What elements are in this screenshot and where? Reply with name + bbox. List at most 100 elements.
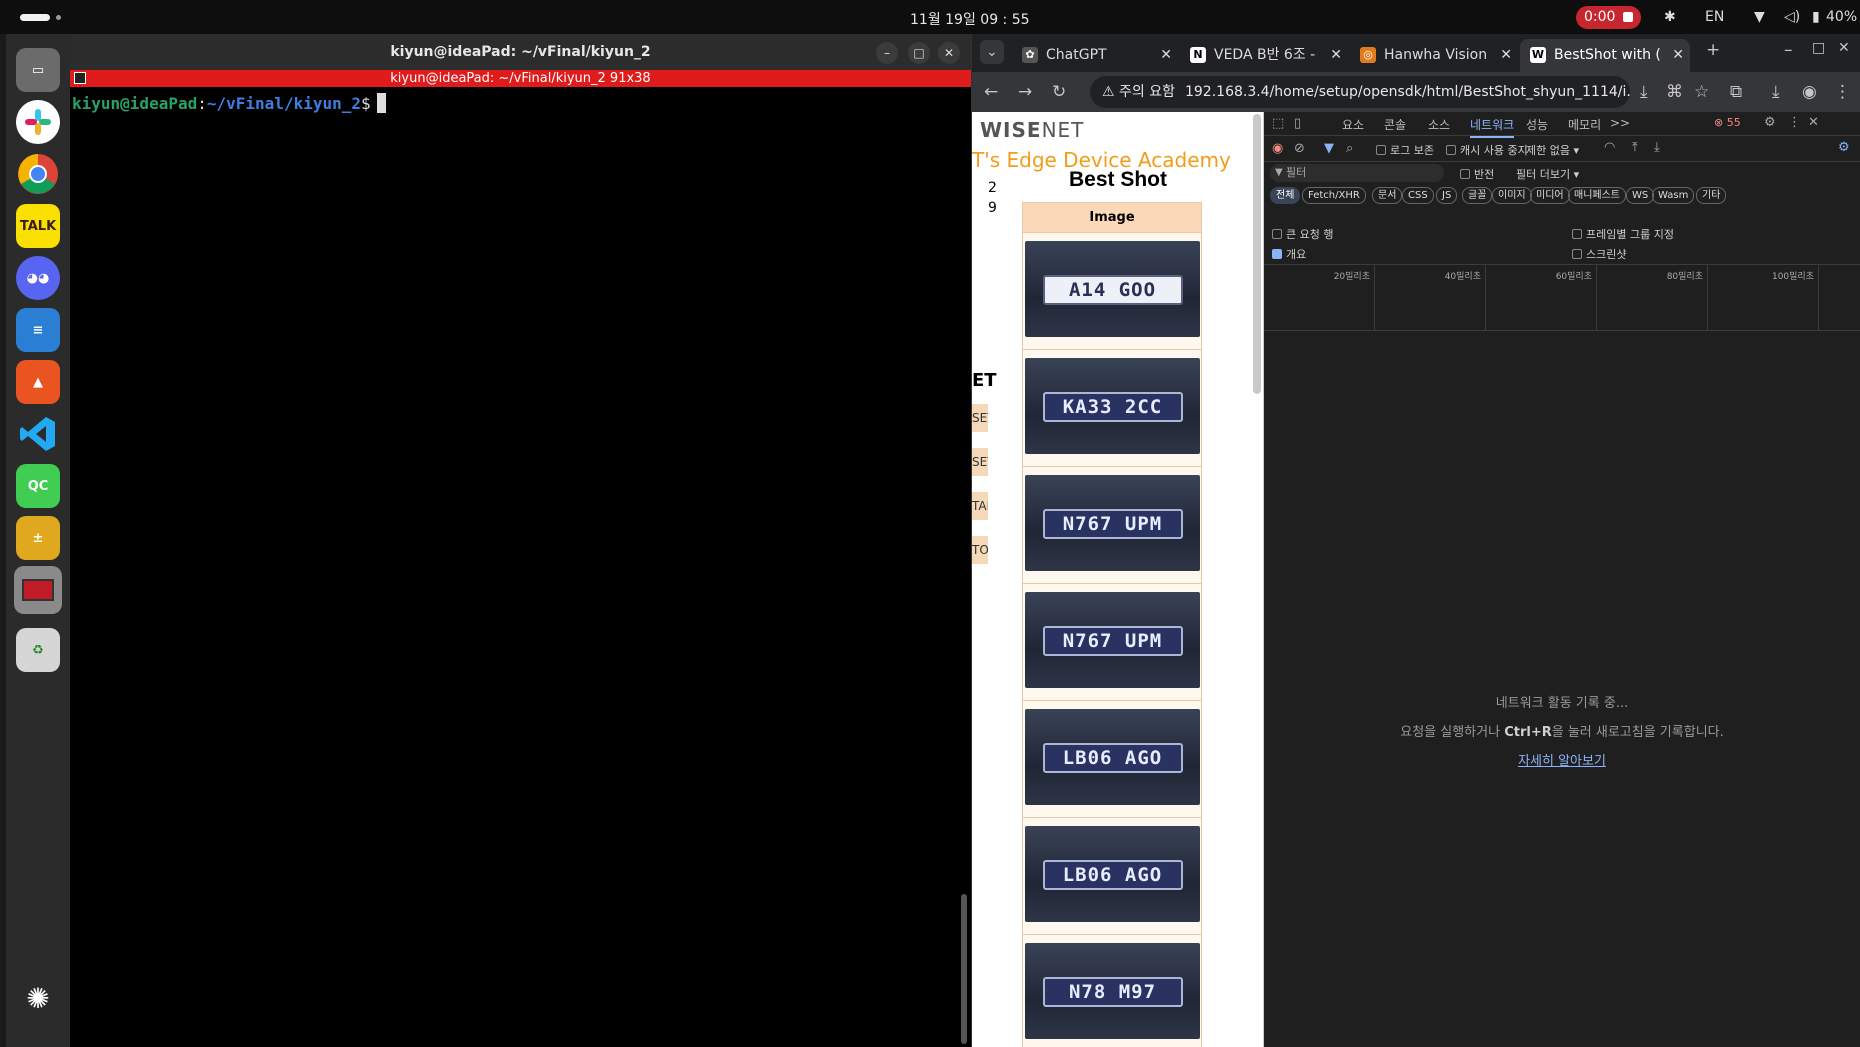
type-img[interactable]: 이미지 (1492, 187, 1532, 204)
network-overview-timeline[interactable]: 20밀리초 40밀리초 60밀리초 80밀리초 100밀리초 (1264, 264, 1860, 331)
workspace-dot[interactable] (56, 15, 61, 20)
devtools-close-icon[interactable]: ✕ (1808, 115, 1819, 130)
side-button[interactable]: SET (972, 404, 988, 432)
license-plate-image[interactable]: N767 UPM (1024, 475, 1200, 571)
preserve-log-checkbox[interactable]: 로그 보존 (1376, 142, 1434, 158)
export-har-icon[interactable]: ⤓ (1654, 140, 1660, 155)
battery-icon[interactable]: ▮ (1812, 9, 1820, 25)
license-plate-image[interactable]: KA33 2CC (1024, 358, 1200, 454)
translate-icon[interactable]: ⌘ (1666, 82, 1683, 102)
filter-input[interactable]: ▼ 필터 (1270, 164, 1444, 182)
terminal-output[interactable]: kiyun@ideaPad:~/vFinal/kiyun_2$ (70, 87, 971, 119)
window-maximize-button[interactable]: □ (1812, 40, 1825, 56)
profile-avatar-icon[interactable]: ◉ (1802, 82, 1817, 102)
calculator-icon[interactable]: ± (16, 516, 60, 560)
address-bar[interactable]: ⚠ 주의 요함 192.168.3.4/home/setup/opensdk/ht… (1090, 76, 1630, 108)
window-minimize-button[interactable]: – (1784, 40, 1793, 60)
close-tab-icon[interactable]: ✕ (1500, 39, 1512, 71)
type-fetch-xhr[interactable]: Fetch/XHR (1302, 187, 1366, 204)
terminal-tab[interactable]: kiyun@ideaPad: ~/vFinal/kiyun_2 91x38 (70, 70, 971, 87)
terminal-scrollbar[interactable] (961, 894, 967, 1044)
vscode-icon[interactable] (16, 412, 60, 456)
tab-performance[interactable]: 성능 (1526, 116, 1548, 133)
type-wasm[interactable]: Wasm (1652, 187, 1695, 204)
tab-network[interactable]: 네트워크 (1470, 116, 1515, 138)
clear-icon[interactable]: ⊘ (1294, 141, 1305, 156)
license-plate-image[interactable]: N78 M97 (1024, 943, 1200, 1039)
throttling-select[interactable]: 제한 없음 ▾ (1526, 142, 1579, 158)
big-rows-checkbox[interactable]: 큰 요청 행 (1272, 226, 1333, 242)
screenshots-checkbox[interactable]: 스크린샷 (1572, 246, 1626, 262)
trash-icon[interactable]: ♻ (16, 628, 60, 672)
license-plate-image[interactable]: LB06 AGO (1024, 709, 1200, 805)
overview-checkbox[interactable]: 개요 (1272, 246, 1306, 262)
side-button[interactable]: TO (972, 536, 988, 564)
writer-icon[interactable]: ≡ (16, 308, 60, 352)
tab-bestshot[interactable]: W BestShot with (✕ (1520, 39, 1690, 72)
network-settings-icon[interactable]: ⚙ (1838, 140, 1850, 155)
minimize-button[interactable]: – (876, 42, 898, 64)
device-toggle-icon[interactable]: ▯ (1294, 116, 1301, 131)
app-center-icon[interactable]: ▲ (16, 360, 60, 404)
side-button[interactable]: SET (972, 448, 988, 476)
input-language[interactable]: EN (1705, 9, 1724, 25)
security-warning[interactable]: ⚠ 주의 요함 (1102, 84, 1175, 100)
files-icon[interactable]: ▭ (16, 48, 60, 92)
type-font[interactable]: 글꼴 (1462, 187, 1493, 204)
new-tab-button[interactable]: + (1706, 40, 1720, 60)
reload-icon[interactable]: ↻ (1052, 82, 1066, 102)
tab-notion[interactable]: N VEDA B반 6조 - ✕ (1180, 39, 1348, 72)
bookmark-star-icon[interactable]: ☆ (1694, 82, 1709, 102)
menu-icon[interactable]: ⋮ (1834, 82, 1851, 102)
chrome-icon[interactable] (16, 152, 60, 196)
maximize-button[interactable]: □ (908, 42, 930, 64)
terminal-titlebar[interactable]: kiyun@ideaPad: ~/vFinal/kiyun_2 – □ ✕ (70, 34, 971, 70)
tab-elements[interactable]: 요소 (1342, 116, 1364, 133)
screen-recording-indicator[interactable]: 0:00 (1576, 6, 1642, 29)
close-tab-icon[interactable]: ✕ (1330, 39, 1342, 71)
network-conditions-icon[interactable]: ◠ (1604, 140, 1615, 155)
type-css[interactable]: CSS (1402, 187, 1434, 204)
screen-recorder-icon[interactable] (14, 566, 62, 614)
tab-console[interactable]: 콘솔 (1384, 116, 1406, 133)
disable-cache-checkbox[interactable]: 캐시 사용 중지 (1446, 142, 1528, 158)
filter-icon[interactable]: ▼ (1324, 141, 1334, 156)
group-by-frame-checkbox[interactable]: 프레임별 그룹 지정 (1572, 226, 1674, 242)
bluetooth-icon[interactable]: ✱ (1664, 9, 1676, 25)
qt-creator-icon[interactable]: QC (16, 464, 60, 508)
type-ws[interactable]: WS (1626, 187, 1655, 204)
discord-icon[interactable]: ◕◕ (16, 256, 60, 300)
settings-gear-icon[interactable]: ⚙ (1764, 115, 1776, 130)
license-plate-image[interactable]: N767 UPM (1024, 592, 1200, 688)
license-plate-image[interactable]: LB06 AGO (1024, 826, 1200, 922)
close-button[interactable]: ✕ (938, 42, 960, 64)
import-har-icon[interactable]: ⤒ (1632, 140, 1638, 155)
type-doc[interactable]: 문서 (1372, 187, 1403, 204)
forward-icon[interactable]: → (1018, 82, 1032, 102)
license-plate-image[interactable]: A14 GOO (1024, 241, 1200, 337)
extensions-icon[interactable]: ⧉ (1730, 82, 1742, 102)
volume-icon[interactable]: ◁) (1784, 9, 1800, 25)
more-filters-button[interactable]: 필터 더보기 ▾ (1516, 166, 1579, 182)
devtools-menu-icon[interactable]: ⋮ (1788, 115, 1801, 130)
tab-hanwha[interactable]: ◎ Hanwha Vision ✕ (1350, 39, 1518, 72)
type-media[interactable]: 미디어 (1530, 187, 1570, 204)
type-other[interactable]: 기타 (1696, 187, 1727, 204)
tab-search-button[interactable]: ⌄ (980, 40, 1004, 64)
close-tab-icon[interactable]: ✕ (1672, 39, 1684, 71)
back-icon[interactable]: ← (984, 82, 998, 102)
search-icon[interactable]: ⌕ (1346, 141, 1353, 156)
install-icon[interactable]: ⤓ (1640, 82, 1648, 102)
downloads-icon[interactable]: ⤓ (1772, 82, 1780, 102)
type-js[interactable]: JS (1436, 187, 1458, 204)
tab-sources[interactable]: 소스 (1428, 116, 1450, 133)
record-icon[interactable]: ◉ (1272, 141, 1283, 156)
wifi-icon[interactable]: ▼ (1754, 9, 1765, 25)
type-manifest[interactable]: 매니페스트 (1568, 187, 1626, 204)
apps-grid-icon[interactable]: ✺ (16, 976, 60, 1020)
kakaotalk-icon[interactable]: TALK (16, 204, 60, 248)
inspect-element-icon[interactable]: ⬚ (1272, 116, 1284, 131)
tab-chatgpt[interactable]: ✿ ChatGPT ✕ (1012, 39, 1178, 72)
error-badge[interactable]: ⊗ 55 (1714, 116, 1741, 129)
stop-recording-icon[interactable] (1623, 12, 1634, 22)
